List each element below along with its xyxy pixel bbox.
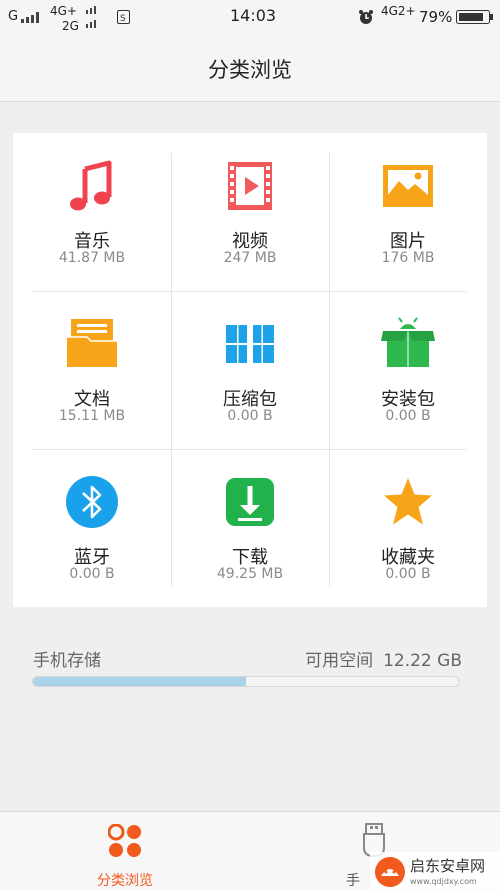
alarm-clock-icon	[359, 10, 373, 24]
category-bluetooth[interactable]: 蓝牙 0.00 B	[13, 449, 171, 607]
category-video[interactable]: 视频 247 MB	[171, 133, 329, 291]
category-favorites[interactable]: 收藏夹 0.00 B	[329, 449, 487, 607]
clock-time: 14:03	[230, 6, 277, 25]
network-type-label-2: 2G	[62, 19, 79, 33]
video-film-icon	[228, 162, 272, 210]
storage-progress-bar	[32, 676, 460, 687]
title-bar: 分类浏览	[0, 34, 500, 102]
status-bar: G 4G+ 2G S 14:03 4G2+ 79%	[0, 0, 500, 34]
music-note-icon	[70, 160, 112, 211]
download-icon	[226, 478, 274, 526]
category-size: 0.00 B	[227, 408, 273, 424]
storage-label: 手机存储	[33, 651, 101, 671]
bluetooth-icon	[66, 476, 118, 528]
page-title: 分类浏览	[208, 58, 292, 82]
available-space-label: 可用空间	[305, 651, 374, 671]
available-space-value: 12.22 GB	[383, 651, 462, 671]
storage-available: 可用空间 12.22 GB	[305, 646, 462, 671]
battery-icon	[456, 10, 493, 24]
category-size: 0.00 B	[385, 408, 431, 424]
category-size: 15.11 MB	[58, 408, 126, 424]
category-archive[interactable]: 压缩包 0.00 B	[171, 291, 329, 449]
archive-icon	[226, 325, 274, 363]
tab-category-browse[interactable]: 分类浏览	[75, 812, 175, 890]
category-pictures[interactable]: 图片 176 MB	[329, 133, 487, 291]
category-size: 0.00 B	[385, 566, 431, 582]
category-music[interactable]: 音乐 41.87 MB	[13, 133, 171, 291]
category-documents[interactable]: 文档 15.11 MB	[13, 291, 171, 449]
category-size: 176 MB	[381, 250, 435, 266]
category-size: 0.00 B	[69, 566, 115, 582]
sim-card-icon: S	[117, 10, 130, 24]
signal-carrier-label: G	[8, 9, 19, 24]
star-icon	[384, 478, 432, 525]
watermark-logo: 启东安卓网 www.qdjdxy.com	[370, 852, 500, 889]
folder-document-icon	[67, 319, 117, 367]
category-grid-icon	[108, 824, 141, 857]
android-package-icon	[381, 317, 435, 367]
battery-percent: 79%	[419, 8, 453, 26]
network-type-label: 4G+	[50, 4, 77, 18]
signal-bars-icon	[21, 12, 39, 23]
watermark-text: 启东安卓网	[410, 857, 485, 875]
network-type-right-label: 4G2+	[381, 4, 416, 18]
svg-text:S: S	[120, 14, 126, 24]
category-size: 49.25 MB	[216, 566, 284, 582]
storage-progress-fill	[33, 677, 246, 686]
picture-icon	[383, 165, 433, 207]
signal-bars-icon-2	[86, 6, 96, 28]
watermark-url: www.qdjdxy.com	[410, 877, 477, 886]
category-apk[interactable]: 安装包 0.00 B	[329, 291, 487, 449]
category-size: 247 MB	[223, 250, 277, 266]
category-grid: 音乐 41.87 MB 视频 247 MB 图片 176 MB 文档 15.11…	[13, 133, 487, 607]
category-size: 41.87 MB	[58, 250, 126, 266]
tab-label: 分类浏览	[97, 873, 153, 889]
category-download[interactable]: 下载 49.25 MB	[171, 449, 329, 607]
